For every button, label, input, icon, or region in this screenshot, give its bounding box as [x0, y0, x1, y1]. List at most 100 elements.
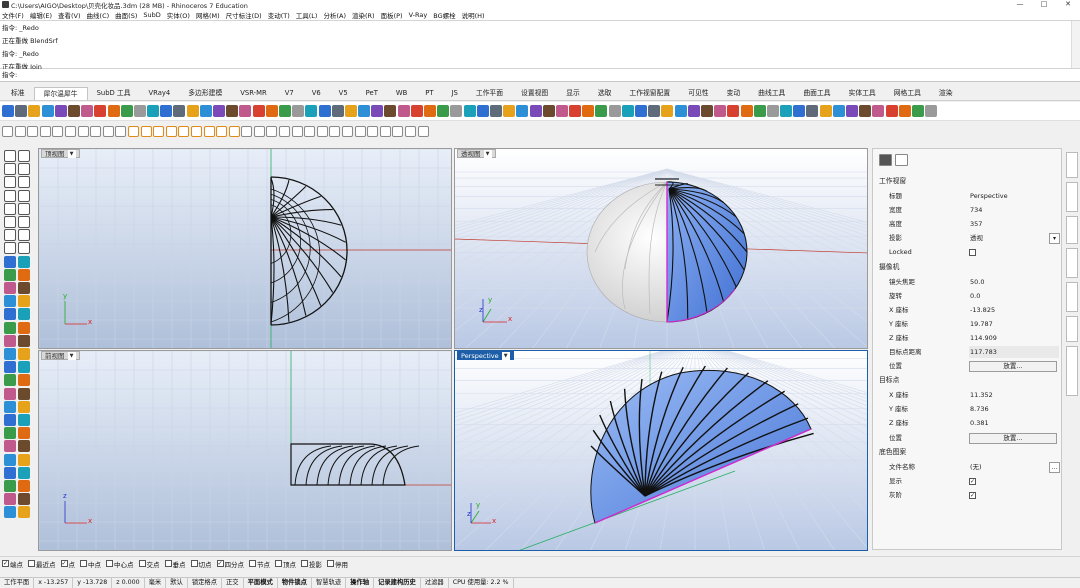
- toolbar-tab[interactable]: SubD 工具: [88, 87, 140, 100]
- checkbox[interactable]: [275, 560, 282, 567]
- toolbar-tab[interactable]: 设置视图: [512, 87, 557, 100]
- toolbar-tool-icon[interactable]: [846, 105, 858, 117]
- left-toolbar-tool-icon[interactable]: [18, 229, 30, 242]
- osnap-option[interactable]: 顶点: [275, 559, 296, 569]
- checkbox[interactable]: [164, 560, 172, 567]
- menu-item[interactable]: V-Ray: [409, 11, 428, 19]
- osnap-option[interactable]: 切点: [190, 559, 212, 569]
- left-toolbar-tool-icon[interactable]: [18, 361, 30, 374]
- history-tab[interactable]: [1066, 346, 1078, 396]
- toolbar-tool-icon[interactable]: [898, 105, 911, 117]
- panel-row-value[interactable]: 0.381: [969, 417, 1059, 429]
- toolbar-tool-icon[interactable]: [39, 125, 51, 137]
- toolbar-tool-icon[interactable]: [226, 105, 239, 117]
- left-toolbar-tool-icon[interactable]: [4, 361, 16, 374]
- toolbar-tool-icon[interactable]: [555, 105, 568, 117]
- toolbar-tool-icon[interactable]: [819, 105, 832, 117]
- display-icon[interactable]: [895, 154, 908, 166]
- toolbar-tool-icon[interactable]: [120, 105, 133, 117]
- toolbar-tool-icon[interactable]: [503, 105, 516, 117]
- toolbar-tab[interactable]: 网格工具: [885, 87, 930, 100]
- toolbar-tool-icon[interactable]: [885, 105, 898, 117]
- toolbar-tool-icon[interactable]: [239, 105, 252, 117]
- toolbar-tool-icon[interactable]: [102, 125, 114, 137]
- menu-item[interactable]: 编辑(E): [30, 10, 52, 20]
- toolbar-tab[interactable]: 可见性: [679, 87, 717, 100]
- left-toolbar-tool-icon[interactable]: [18, 400, 30, 413]
- toolbar-tool-icon[interactable]: [766, 105, 779, 117]
- toolbar-tab[interactable]: 犀尔温犀牛: [33, 87, 88, 100]
- menu-item[interactable]: BG螺栓: [433, 10, 455, 20]
- toolbar-tool-icon[interactable]: [793, 105, 806, 117]
- viewport-top[interactable]: x y 顶视图 ▼: [38, 148, 452, 349]
- toolbar-tool-icon[interactable]: [608, 105, 621, 117]
- panel-row-value[interactable]: 50.0: [969, 276, 1059, 288]
- left-toolbar-tool-icon[interactable]: [4, 308, 16, 321]
- status-item[interactable]: 工作平面: [0, 577, 35, 588]
- toolbar-tool-icon[interactable]: [661, 105, 674, 117]
- toolbar-tool-icon[interactable]: [384, 105, 397, 117]
- left-toolbar-tool-icon[interactable]: [4, 414, 16, 426]
- toolbar-tool-icon[interactable]: [304, 125, 316, 137]
- toolbar-tool-icon[interactable]: [806, 105, 819, 117]
- viewport-persp-top[interactable]: z y x 透视图 ▼: [454, 148, 868, 349]
- toolbar-tab[interactable]: 选取: [589, 87, 621, 100]
- osnap-option[interactable]: ✓ 点: [60, 559, 75, 569]
- left-toolbar-tool-icon[interactable]: [18, 334, 30, 347]
- panel-row-value[interactable]: 19.787: [969, 318, 1059, 330]
- osnap-option[interactable]: 停用: [327, 559, 348, 569]
- toolbar-tool-icon[interactable]: [397, 105, 410, 117]
- left-toolbar-tool-icon[interactable]: [18, 150, 30, 162]
- toolbar-tool-icon[interactable]: [367, 125, 379, 137]
- toolbar-tool-icon[interactable]: [147, 105, 160, 117]
- help-tab[interactable]: [1066, 316, 1078, 342]
- toolbar-tool-icon[interactable]: [54, 105, 67, 117]
- toolbar-tool-icon[interactable]: [410, 105, 423, 117]
- left-toolbar-tool-icon[interactable]: [18, 480, 30, 492]
- checkbox[interactable]: ✓: [969, 477, 976, 485]
- toolbar-tool-icon[interactable]: [165, 125, 177, 137]
- viewport-front[interactable]: x z 前视图 ▼: [38, 350, 452, 551]
- chevron-down-icon[interactable]: ▼: [67, 352, 76, 360]
- toolbar-tool-icon[interactable]: [329, 125, 341, 137]
- left-toolbar-tool-icon[interactable]: [4, 440, 16, 453]
- toolbar-tool-icon[interactable]: [859, 105, 872, 117]
- left-toolbar-tool-icon[interactable]: [18, 414, 30, 426]
- status-item[interactable]: 正交: [222, 577, 244, 588]
- toolbar-tool-icon[interactable]: [925, 105, 938, 117]
- toolbar-tool-icon[interactable]: [52, 125, 64, 137]
- left-toolbar-tool-icon[interactable]: [4, 334, 16, 347]
- toolbar-tab[interactable]: 渲染: [930, 87, 962, 100]
- toolbar-tab[interactable]: 工作平面: [467, 87, 512, 100]
- left-toolbar-tool-icon[interactable]: [18, 308, 30, 321]
- left-toolbar-tool-icon[interactable]: [4, 202, 16, 215]
- toolbar-tool-icon[interactable]: [463, 105, 476, 117]
- status-item[interactable]: 记录建构历史: [374, 577, 421, 588]
- toolbar-tool-icon[interactable]: [133, 105, 146, 117]
- toolbar-tool-icon[interactable]: [405, 125, 416, 137]
- menu-item[interactable]: 尺寸标注(D): [226, 10, 262, 20]
- toolbar-tab[interactable]: PeT: [357, 87, 387, 100]
- toolbar-tool-icon[interactable]: [199, 105, 212, 117]
- toolbar-tool-icon[interactable]: [216, 125, 228, 137]
- menu-item[interactable]: 分析(A): [323, 10, 346, 20]
- toolbar-tool-icon[interactable]: [344, 105, 357, 117]
- toolbar-tool-icon[interactable]: [476, 105, 489, 117]
- toolbar-tool-icon[interactable]: [94, 105, 107, 117]
- panel-row-value[interactable]: 114.909: [969, 332, 1059, 344]
- toolbar-tool-icon[interactable]: [621, 105, 634, 117]
- left-toolbar-tool-icon[interactable]: [18, 282, 30, 294]
- osnap-option[interactable]: 垂点: [164, 559, 186, 569]
- toolbar-tool-icon[interactable]: [2, 125, 13, 137]
- checkbox[interactable]: ✓: [216, 560, 224, 567]
- toolbar-tool-icon[interactable]: [90, 125, 102, 137]
- panel-row-value[interactable]: 117.783: [969, 346, 1059, 358]
- left-toolbar-tool-icon[interactable]: [4, 348, 16, 360]
- panel-row-value[interactable]: Perspective: [969, 190, 1059, 202]
- toolbar-tool-icon[interactable]: [15, 105, 28, 117]
- left-toolbar-tool-icon[interactable]: [18, 453, 30, 466]
- osnap-option[interactable]: ✓ 四分点: [216, 559, 244, 569]
- left-toolbar-tool-icon[interactable]: [18, 440, 30, 453]
- toolbar-tab[interactable]: PT: [416, 87, 442, 100]
- status-item[interactable]: z 0.000: [112, 577, 145, 588]
